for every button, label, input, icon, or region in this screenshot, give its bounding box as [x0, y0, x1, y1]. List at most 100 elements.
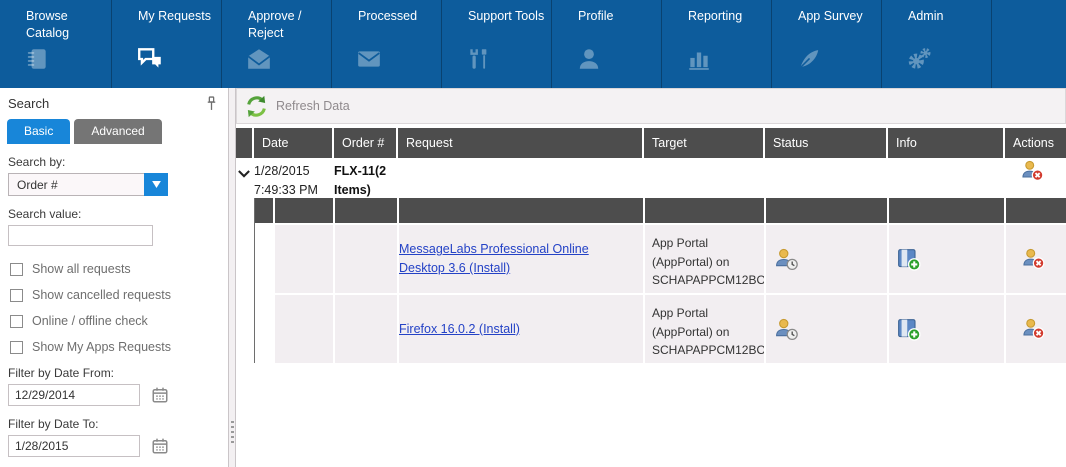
pin-icon[interactable] [205, 96, 218, 111]
checkbox-input[interactable] [10, 289, 23, 302]
column-header-actions[interactable]: Actions [1005, 128, 1066, 158]
expand-column-header [236, 128, 252, 158]
group-order-number: FLX-11(2 Items) [334, 158, 396, 200]
subgrid-header-cell [889, 198, 1004, 223]
reporting-icon [686, 46, 712, 77]
row-status-cell [766, 295, 887, 363]
processed-icon [356, 46, 382, 77]
row-actions-cell [1006, 295, 1066, 363]
checkbox-show-all-requests[interactable]: Show all requests [10, 262, 218, 276]
row-target-cell: App Portal (AppPortal) on SCHAPAPPCM12BO… [645, 225, 764, 293]
request-link[interactable]: MessageLabs Professional Online Desktop … [399, 240, 619, 278]
search-value-input[interactable] [8, 225, 153, 246]
subgrid-header-cell [255, 198, 273, 223]
nav-item-label: Admin [908, 8, 991, 25]
refresh-icon [244, 94, 269, 119]
subgrid-header-row [255, 198, 1066, 223]
row-target-cell: App Portal (AppPortal) on SCHAPAPPCM12BO… [645, 295, 764, 363]
requests-grid: Date Order # Request Target Status Info … [236, 128, 1066, 363]
grid-header-row: Date Order # Request Target Status Info … [236, 128, 1066, 158]
column-header-status[interactable]: Status [765, 128, 886, 158]
panel-splitter[interactable] [228, 88, 236, 467]
splitter-grip-icon[interactable] [231, 421, 234, 445]
column-header-order[interactable]: Order # [334, 128, 396, 158]
search-by-selected-value: Order # [8, 173, 144, 196]
request-item-row: MessageLabs Professional Online Desktop … [255, 225, 1066, 293]
column-header-date[interactable]: Date [254, 128, 332, 158]
order-group-row: 1/28/2015 7:49:33 PM FLX-11(2 Items) [236, 158, 1066, 198]
requests-main-panel: Refresh Data Date Order # Request Target… [236, 88, 1066, 467]
group-status-cell [765, 158, 886, 200]
checkbox-show-cancelled-requests[interactable]: Show cancelled requests [10, 288, 218, 302]
date-from-label: Filter by Date From: [8, 366, 220, 380]
nav-item-admin[interactable]: Admin [882, 0, 992, 88]
row-request-cell: Firefox 16.0.2 (Install) [399, 295, 643, 363]
nav-item-app-survey[interactable]: App Survey [772, 0, 882, 88]
refresh-label: Refresh Data [276, 99, 350, 113]
column-header-target[interactable]: Target [644, 128, 763, 158]
row-info-cell [889, 225, 1004, 293]
row-info-cell [889, 295, 1004, 363]
subgrid-header-cell [335, 198, 397, 223]
install-package-icon[interactable] [897, 318, 921, 341]
user-status-pending-icon [774, 248, 800, 271]
refresh-data-button[interactable]: Refresh Data [236, 88, 1066, 124]
nav-item-label: My Requests [138, 8, 221, 25]
cancel-request-icon[interactable] [1022, 248, 1046, 270]
date-to-input[interactable] [8, 435, 140, 457]
nav-item-approve-reject[interactable]: Approve / Reject [222, 0, 332, 88]
subgrid-header-cell [399, 198, 643, 223]
request-item-row: Firefox 16.0.2 (Install) App Portal (App… [255, 295, 1066, 363]
tab-advanced[interactable]: Advanced [74, 119, 161, 144]
search-panel: Search Basic Advanced Search by: Order #… [0, 88, 228, 467]
group-info-cell [888, 158, 1003, 200]
row-date-cell [275, 295, 333, 363]
nav-item-profile[interactable]: Profile [552, 0, 662, 88]
nav-item-processed[interactable]: Processed [332, 0, 442, 88]
row-indent-cell [255, 295, 273, 363]
search-by-label: Search by: [8, 155, 220, 169]
group-date: 1/28/2015 7:49:33 PM [254, 158, 332, 200]
request-link[interactable]: Firefox 16.0.2 (Install) [399, 320, 520, 339]
checkbox-input[interactable] [10, 315, 23, 328]
nav-item-label: Browse Catalog [26, 8, 111, 42]
chevron-down-icon[interactable] [144, 173, 168, 196]
column-header-request[interactable]: Request [398, 128, 642, 158]
tab-basic[interactable]: Basic [7, 119, 70, 144]
nav-item-label: Profile [578, 8, 661, 25]
cancel-request-icon[interactable] [1022, 318, 1046, 340]
collapse-group-icon[interactable] [236, 158, 252, 200]
checkbox-label: Online / offline check [32, 314, 148, 328]
nav-item-my-requests[interactable]: My Requests [112, 0, 222, 88]
row-order-cell [335, 225, 397, 293]
search-panel-title: Search [8, 96, 49, 111]
install-package-icon[interactable] [897, 248, 921, 271]
subgrid-header-cell [645, 198, 764, 223]
checkbox-input[interactable] [10, 341, 23, 354]
subgrid-header-cell [766, 198, 887, 223]
cancel-request-icon[interactable] [1021, 160, 1045, 200]
calendar-icon[interactable] [151, 437, 169, 455]
search-tabs: Basic Advanced [0, 115, 228, 144]
checkbox-label: Show My Apps Requests [32, 340, 171, 354]
nav-item-browse-catalog[interactable]: Browse Catalog [0, 0, 112, 88]
row-actions-cell [1006, 225, 1066, 293]
nav-item-reporting[interactable]: Reporting [662, 0, 772, 88]
nav-item-label: Processed [358, 8, 441, 25]
checkbox-input[interactable] [10, 263, 23, 276]
checkbox-online-offline-check[interactable]: Online / offline check [10, 314, 218, 328]
column-header-info[interactable]: Info [888, 128, 1003, 158]
profile-icon [576, 46, 602, 77]
checkbox-show-my-apps-requests[interactable]: Show My Apps Requests [10, 340, 218, 354]
order-items-subgrid: MessageLabs Professional Online Desktop … [254, 198, 1066, 363]
subgrid-header-cell [1006, 198, 1066, 223]
calendar-icon[interactable] [151, 386, 169, 404]
row-order-cell [335, 295, 397, 363]
group-actions-cell [1005, 158, 1066, 200]
nav-item-support-tools[interactable]: Support Tools [442, 0, 552, 88]
my-requests-icon [136, 46, 164, 77]
search-by-dropdown[interactable]: Order # [8, 173, 168, 196]
date-from-input[interactable] [8, 384, 140, 406]
nav-filler [992, 0, 1066, 88]
group-request-cell [398, 158, 642, 200]
